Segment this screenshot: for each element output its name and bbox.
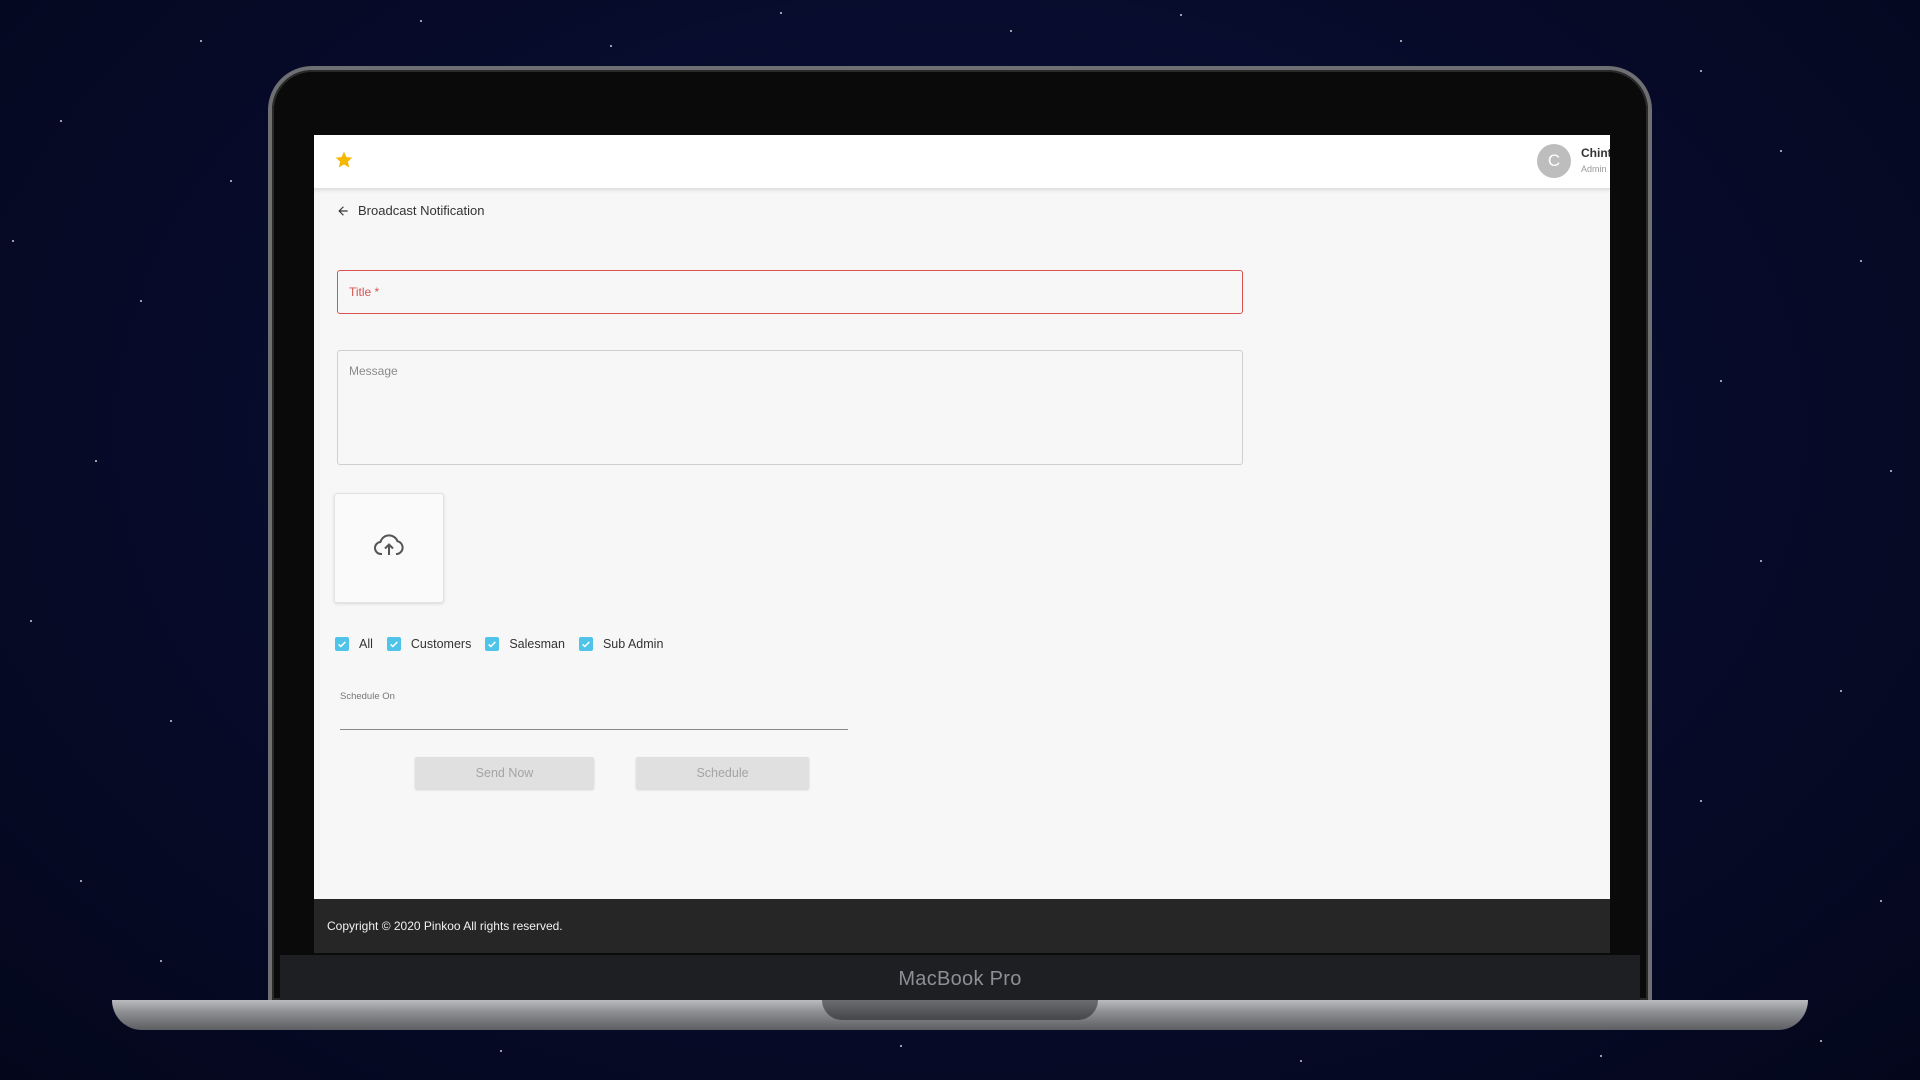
page-title: Broadcast Notification: [358, 203, 485, 218]
user-name[interactable]: Chint: [1581, 146, 1610, 160]
title-input[interactable]: Title *: [337, 270, 1243, 314]
title-placeholder: Title *: [349, 285, 380, 299]
copyright-text: Copyright © 2020 Pinkoo All rights reser…: [327, 919, 563, 933]
schedule-on-input[interactable]: [340, 729, 848, 730]
page-header: Broadcast Notification: [336, 203, 484, 218]
top-bar: C Chint Admin: [314, 135, 1610, 190]
checkbox-label: Customers: [410, 637, 472, 651]
send-now-button[interactable]: Send Now: [415, 757, 594, 789]
checkmark-icon[interactable]: [578, 637, 593, 651]
checkmark-icon[interactable]: [335, 637, 349, 651]
laptop-notch: [822, 1000, 1098, 1020]
message-textarea[interactable]: Message: [337, 350, 1243, 465]
checkbox-sub-admin[interactable]: Sub Admin: [578, 637, 664, 651]
arrow-left-icon[interactable]: [336, 204, 350, 218]
user-role: Admin: [1581, 164, 1607, 174]
device-label: MacBook Pro: [898, 968, 1022, 990]
footer: Copyright © 2020 Pinkoo All rights reser…: [314, 899, 1610, 953]
checkbox-customers[interactable]: Customers: [386, 637, 472, 651]
checkbox-all[interactable]: All: [335, 637, 373, 651]
checkbox-label: All: [359, 637, 373, 651]
checkbox-salesman[interactable]: Salesman: [485, 637, 565, 651]
checkbox-label: Salesman: [509, 637, 565, 651]
recipient-checkboxes: All Customers Salesman Sub Admin: [335, 637, 677, 651]
checkbox-label: Sub Admin: [602, 637, 664, 651]
schedule-button[interactable]: Schedule: [636, 757, 809, 789]
checkmark-icon[interactable]: [386, 637, 401, 651]
schedule-on-label: Schedule On: [340, 691, 395, 702]
avatar[interactable]: C: [1537, 144, 1571, 178]
checkmark-icon[interactable]: [485, 637, 500, 651]
message-placeholder: Message: [349, 364, 398, 378]
app-screen: C Chint Admin Broadcast Notification Tit…: [314, 135, 1610, 953]
star-icon[interactable]: [334, 150, 354, 170]
image-upload-button[interactable]: [334, 493, 444, 603]
cloud-upload-icon: [373, 533, 405, 563]
